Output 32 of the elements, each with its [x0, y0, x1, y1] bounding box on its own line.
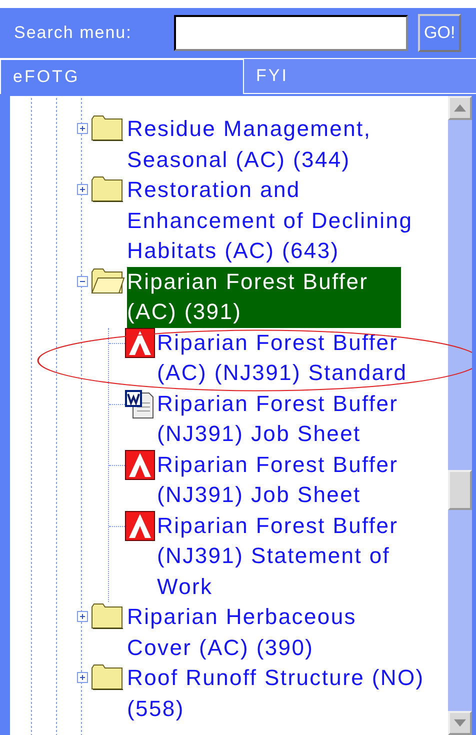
pdf-icon: [125, 510, 155, 540]
folder-icon: [91, 175, 125, 203]
collapse-icon[interactable]: [77, 276, 88, 286]
folder-icon: [91, 663, 125, 691]
expand-icon[interactable]: [77, 672, 88, 683]
expand-icon[interactable]: [77, 184, 88, 195]
folder-label[interactable]: Restoration and Enhancement of Declining Habitats (AC) (643): [127, 175, 428, 266]
search-label: Search menu:: [14, 23, 133, 43]
scroll-down-button[interactable]: [448, 711, 472, 735]
document-link[interactable]: Riparian Forest Buffer (NJ391) Job Sheet: [157, 388, 425, 450]
folder-label[interactable]: Residue Management, Seasonal (AC) (344): [127, 114, 428, 175]
tab[interactable]: eFOTG: [0, 58, 243, 94]
pdf-icon: [125, 450, 155, 480]
folder-label[interactable]: Roof Runoff Structure (NO) (558): [127, 663, 428, 724]
folder-icon: [91, 602, 125, 630]
document-link[interactable]: Riparian Forest Buffer (NJ391) Statement of Work: [157, 510, 425, 602]
pdf-icon: [125, 328, 155, 358]
search-field[interactable]: [174, 15, 408, 51]
expand-icon[interactable]: [77, 123, 88, 134]
folder-label[interactable]: Riparian Forest Buffer (AC) (391): [127, 266, 401, 328]
document-link[interactable]: Riparian Forest Buffer (NJ391) Job Sheet: [157, 450, 425, 510]
scrollbar[interactable]: [448, 96, 472, 735]
up-arrow-icon: [454, 104, 466, 112]
open-folder-icon: [91, 266, 125, 294]
scroll-thumb[interactable]: [448, 470, 472, 510]
document-icon: [125, 388, 155, 418]
expand-icon[interactable]: [77, 611, 88, 622]
folder-label[interactable]: Riparian Herbaceous Cover (AC) (390): [127, 602, 428, 663]
scroll-up-button[interactable]: [448, 96, 472, 120]
go-button[interactable]: GO!: [418, 14, 462, 52]
folder-icon: [91, 114, 125, 142]
down-arrow-icon: [454, 719, 466, 727]
